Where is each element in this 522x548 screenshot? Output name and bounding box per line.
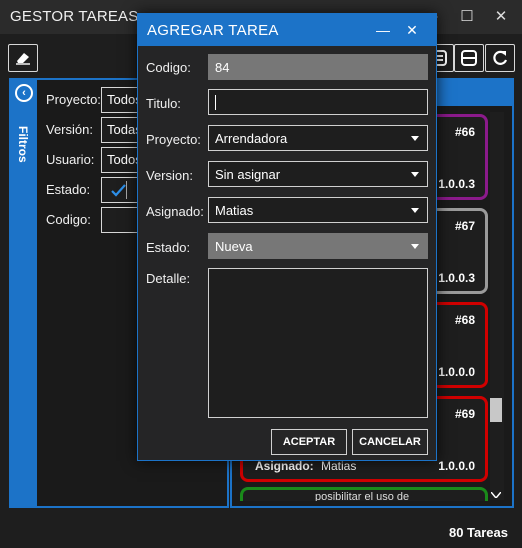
version-select[interactable]: Sin asignar xyxy=(208,161,428,187)
chevron-down-icon xyxy=(411,244,419,249)
code-label: Codigo: xyxy=(146,60,191,75)
filter-version-select[interactable]: Todas xyxy=(101,117,141,143)
filter-user-select[interactable]: Todos xyxy=(101,147,141,173)
filter-status-label: Estado: xyxy=(46,182,91,197)
filters-tab-label: Filtros xyxy=(16,126,30,163)
dialog-close-button[interactable]: ✕ xyxy=(400,19,424,41)
status-select[interactable]: Nueva xyxy=(208,233,428,259)
collapse-filters-icon[interactable]: ‹ xyxy=(15,84,33,102)
status-label: Estado: xyxy=(146,240,191,255)
split-view-button[interactable] xyxy=(454,44,484,72)
title-input[interactable] xyxy=(208,89,428,115)
maximize-button[interactable]: ☐ xyxy=(455,6,479,28)
assigned-select-value: Matias xyxy=(215,203,254,218)
filter-status-select[interactable] xyxy=(101,177,141,203)
task-card[interactable]: posibilitar el uso de xyxy=(240,487,488,501)
task-id: #68 xyxy=(454,313,475,327)
version-select-value: Sin asignar xyxy=(215,167,281,182)
cancel-button[interactable]: CANCELAR xyxy=(352,429,428,455)
separator xyxy=(126,181,127,199)
assigned-label: Asignado: xyxy=(146,204,204,219)
filter-code-label: Codigo: xyxy=(46,212,91,227)
scroll-thumb[interactable] xyxy=(490,398,502,422)
project-select[interactable]: Arrendadora xyxy=(208,125,428,151)
chevron-down-icon xyxy=(411,136,419,141)
task-version: 1.0.0.3 xyxy=(438,271,475,285)
task-version: 1.0.0.0 xyxy=(438,459,475,473)
task-version: 1.0.0.3 xyxy=(438,177,475,191)
clear-filters-button[interactable] xyxy=(8,44,38,72)
split-view-icon xyxy=(461,50,477,66)
chevron-down-icon xyxy=(411,172,419,177)
refresh-button[interactable] xyxy=(485,44,515,72)
detail-label: Detalle: xyxy=(146,271,191,286)
accept-button[interactable]: ACEPTAR xyxy=(271,429,347,455)
task-description: posibilitar el uso de xyxy=(315,491,410,501)
task-count: 80 Tareas xyxy=(448,525,508,540)
task-assigned-value: Matias xyxy=(321,459,357,473)
task-version: 1.0.0.0 xyxy=(438,365,475,379)
chevron-down-icon xyxy=(411,208,419,213)
add-task-dialog: AGREGAR TAREA — ✕ Codigo: 84 Titulo: Pro… xyxy=(137,13,437,461)
task-id: #69 xyxy=(454,407,475,421)
title-label: Titulo: xyxy=(146,96,181,111)
filter-user-label: Usuario: xyxy=(46,152,95,167)
app-title: GESTOR TAREAS xyxy=(10,8,139,25)
filter-version-label: Versión: xyxy=(46,122,93,137)
task-id: #66 xyxy=(454,125,475,139)
task-assigned-label: Asignado: xyxy=(255,459,314,473)
scroll-down-icon[interactable] xyxy=(491,492,501,498)
refresh-icon xyxy=(493,50,508,65)
task-id: #67 xyxy=(454,219,475,233)
filter-project-label: Proyecto: xyxy=(46,92,101,107)
project-label: Proyecto: xyxy=(146,132,201,147)
filter-code-input[interactable] xyxy=(101,207,141,233)
tasks-scrollbar[interactable] xyxy=(490,112,504,500)
dialog-minimize-button[interactable]: — xyxy=(371,19,395,41)
filter-project-select[interactable]: Todos xyxy=(101,87,141,113)
project-select-value: Arrendadora xyxy=(215,131,288,146)
version-label: Version: xyxy=(146,168,193,183)
status-select-value: Nueva xyxy=(215,239,253,254)
eraser-icon xyxy=(16,53,30,65)
code-field: 84 xyxy=(208,54,428,80)
dialog-title: AGREGAR TAREA xyxy=(147,22,279,39)
assigned-select[interactable]: Matias xyxy=(208,197,428,223)
detail-textarea[interactable] xyxy=(208,268,428,418)
close-button[interactable]: ✕ xyxy=(489,6,513,28)
text-cursor xyxy=(215,95,216,110)
